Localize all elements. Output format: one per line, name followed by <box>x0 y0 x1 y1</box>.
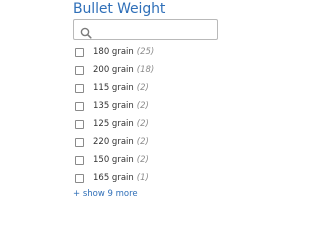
option-count: (2) <box>136 119 149 129</box>
show-more-link[interactable]: + show 9 more <box>73 189 223 199</box>
bullet-weight-facet: Bullet Weight 180 grain (25) 200 grain (… <box>73 0 223 199</box>
option-count: (18) <box>136 65 155 75</box>
option-label: 125 grain <box>93 119 134 129</box>
facet-option-180-grain[interactable]: 180 grain (25) <box>73 43 223 61</box>
option-count: (2) <box>136 137 149 147</box>
option-label: 180 grain <box>93 47 134 57</box>
option-label: 115 grain <box>93 83 134 93</box>
checkbox-icon[interactable] <box>75 155 84 165</box>
facet-option-165-grain[interactable]: 165 grain (1) <box>73 169 223 187</box>
option-label: 220 grain <box>93 137 134 147</box>
facet-title: Bullet Weight <box>73 1 166 17</box>
search-icon <box>80 24 92 39</box>
option-count: (25) <box>136 47 155 57</box>
option-count: (1) <box>136 173 149 183</box>
facet-option-list: 180 grain (25) 200 grain (18) 115 grain … <box>73 43 223 187</box>
facet-option-220-grain[interactable]: 220 grain (2) <box>73 133 223 151</box>
option-count: (2) <box>136 83 149 93</box>
checkbox-icon[interactable] <box>75 101 84 111</box>
option-label: 150 grain <box>93 155 134 165</box>
checkbox-icon[interactable] <box>75 83 84 93</box>
checkbox-icon[interactable] <box>75 47 84 57</box>
checkbox-icon[interactable] <box>75 137 84 147</box>
checkbox-icon[interactable] <box>75 65 84 75</box>
option-label: 200 grain <box>93 65 134 75</box>
option-count: (2) <box>136 155 149 165</box>
checkbox-icon[interactable] <box>75 173 84 183</box>
option-count: (2) <box>136 101 149 111</box>
option-label: 165 grain <box>93 173 134 183</box>
facet-option-200-grain[interactable]: 200 grain (18) <box>73 61 223 79</box>
checkbox-icon[interactable] <box>75 119 84 129</box>
facet-option-150-grain[interactable]: 150 grain (2) <box>73 151 223 169</box>
facet-option-115-grain[interactable]: 115 grain (2) <box>73 79 223 97</box>
facet-search-input[interactable] <box>74 23 217 42</box>
facet-option-125-grain[interactable]: 125 grain (2) <box>73 115 223 133</box>
facet-search-box[interactable] <box>73 19 218 42</box>
option-label: 135 grain <box>93 101 134 111</box>
facet-option-135-grain[interactable]: 135 grain (2) <box>73 97 223 115</box>
